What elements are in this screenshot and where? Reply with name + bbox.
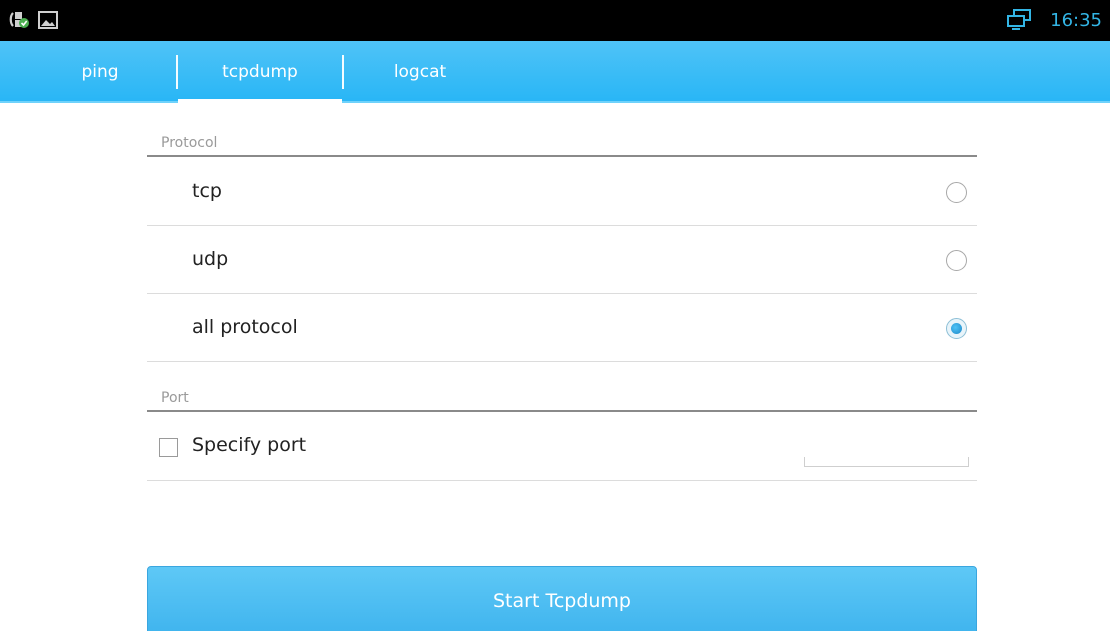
screen-mirror-icon [1006,8,1032,34]
protocol-option-tcp[interactable]: tcp [147,158,977,226]
specify-port-row: Specify port [147,413,977,481]
protocol-option-label: all protocol [192,316,298,338]
all-protocol-radio-button[interactable] [946,318,967,339]
specify-port-checkbox[interactable] [159,438,178,457]
tab-tcpdump-label: tcpdump [222,62,298,82]
status-left-icons [8,10,58,34]
status-right: 16:35 [1006,0,1102,41]
protocol-header-label: Protocol [161,135,218,151]
protocol-option-label: tcp [192,180,222,202]
udp-radio-button[interactable] [946,250,967,271]
protocol-option-all[interactable]: all protocol [147,294,977,362]
status-bar: 16:35 [0,0,1110,41]
port-section-header: Port [147,384,977,412]
specify-port-label[interactable]: Specify port [192,434,306,456]
tab-divider [342,55,344,89]
image-icon [38,11,58,33]
protocol-option-udp[interactable]: udp [147,226,977,294]
tab-ping[interactable]: ping [40,41,160,103]
tab-bar: ping tcpdump logcat [0,41,1110,105]
tab-ping-label: ping [81,62,119,82]
tab-tcpdump[interactable]: tcpdump [178,41,342,105]
status-time: 16:35 [1050,10,1102,31]
start-tcpdump-button[interactable]: Start Tcpdump [147,566,977,631]
phone-check-icon [8,10,30,34]
tab-logcat-label: logcat [393,62,447,82]
start-tcpdump-label: Start Tcpdump [492,590,631,612]
protocol-option-label: udp [192,248,229,270]
tab-logcat[interactable]: logcat [360,41,480,103]
port-header-label: Port [161,390,189,406]
selected-tab-indicator [178,99,342,105]
tcp-radio-button[interactable] [946,182,967,203]
port-input[interactable] [804,457,969,467]
protocol-section-header: Protocol [147,129,977,157]
